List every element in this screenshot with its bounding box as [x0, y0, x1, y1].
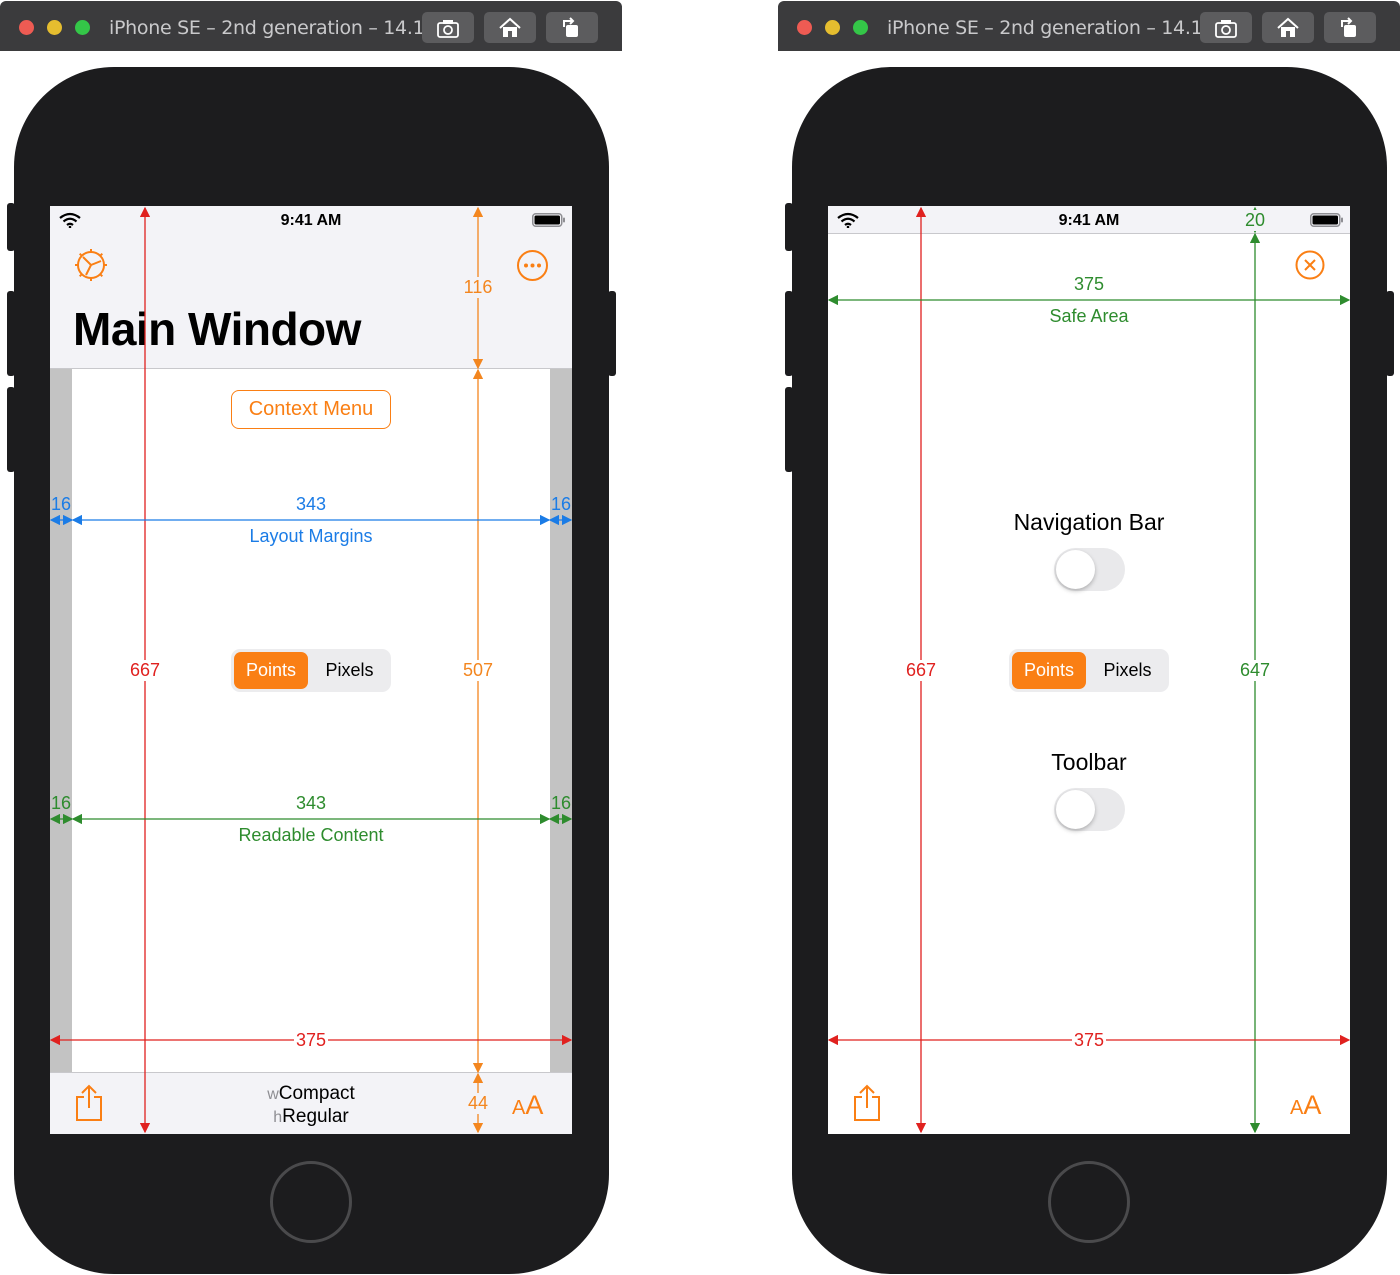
right-simulator-window: iPhone SE – 2nd generation – 14.1 9:41 A…	[0, 0, 1400, 1275]
right-window-titlebar: iPhone SE – 2nd generation – 14.1	[778, 1, 1400, 51]
zoom-button[interactable]	[853, 20, 868, 35]
screenshot-icon	[1215, 20, 1237, 38]
mute-switch	[785, 203, 793, 251]
safe-area-width-label: 375	[1073, 274, 1105, 294]
volume-up-button	[785, 291, 793, 376]
home-button[interactable]	[1262, 12, 1314, 43]
window-title: iPhone SE – 2nd generation – 14.1	[887, 17, 1203, 39]
home-hardware-button[interactable]	[1048, 1161, 1130, 1243]
safe-area-height-label: 647	[1233, 660, 1277, 681]
volume-down-button	[785, 387, 793, 472]
minimize-button[interactable]	[825, 20, 840, 35]
screenshot-button[interactable]	[1200, 12, 1252, 43]
power-button	[1386, 291, 1394, 376]
rotate-icon	[1341, 17, 1356, 37]
status-height-label: 20	[1241, 210, 1269, 231]
safe-area-caption: Safe Area	[1049, 306, 1129, 326]
close-button[interactable]	[797, 20, 812, 35]
home-icon	[1277, 17, 1299, 37]
screen-height-label: 667	[899, 660, 943, 681]
right-screen: 9:41 AM Navigation Bar Points Pixels Too…	[828, 206, 1350, 1134]
screen-width-label: 375	[1072, 1030, 1106, 1051]
rotate-button[interactable]	[1324, 12, 1376, 43]
